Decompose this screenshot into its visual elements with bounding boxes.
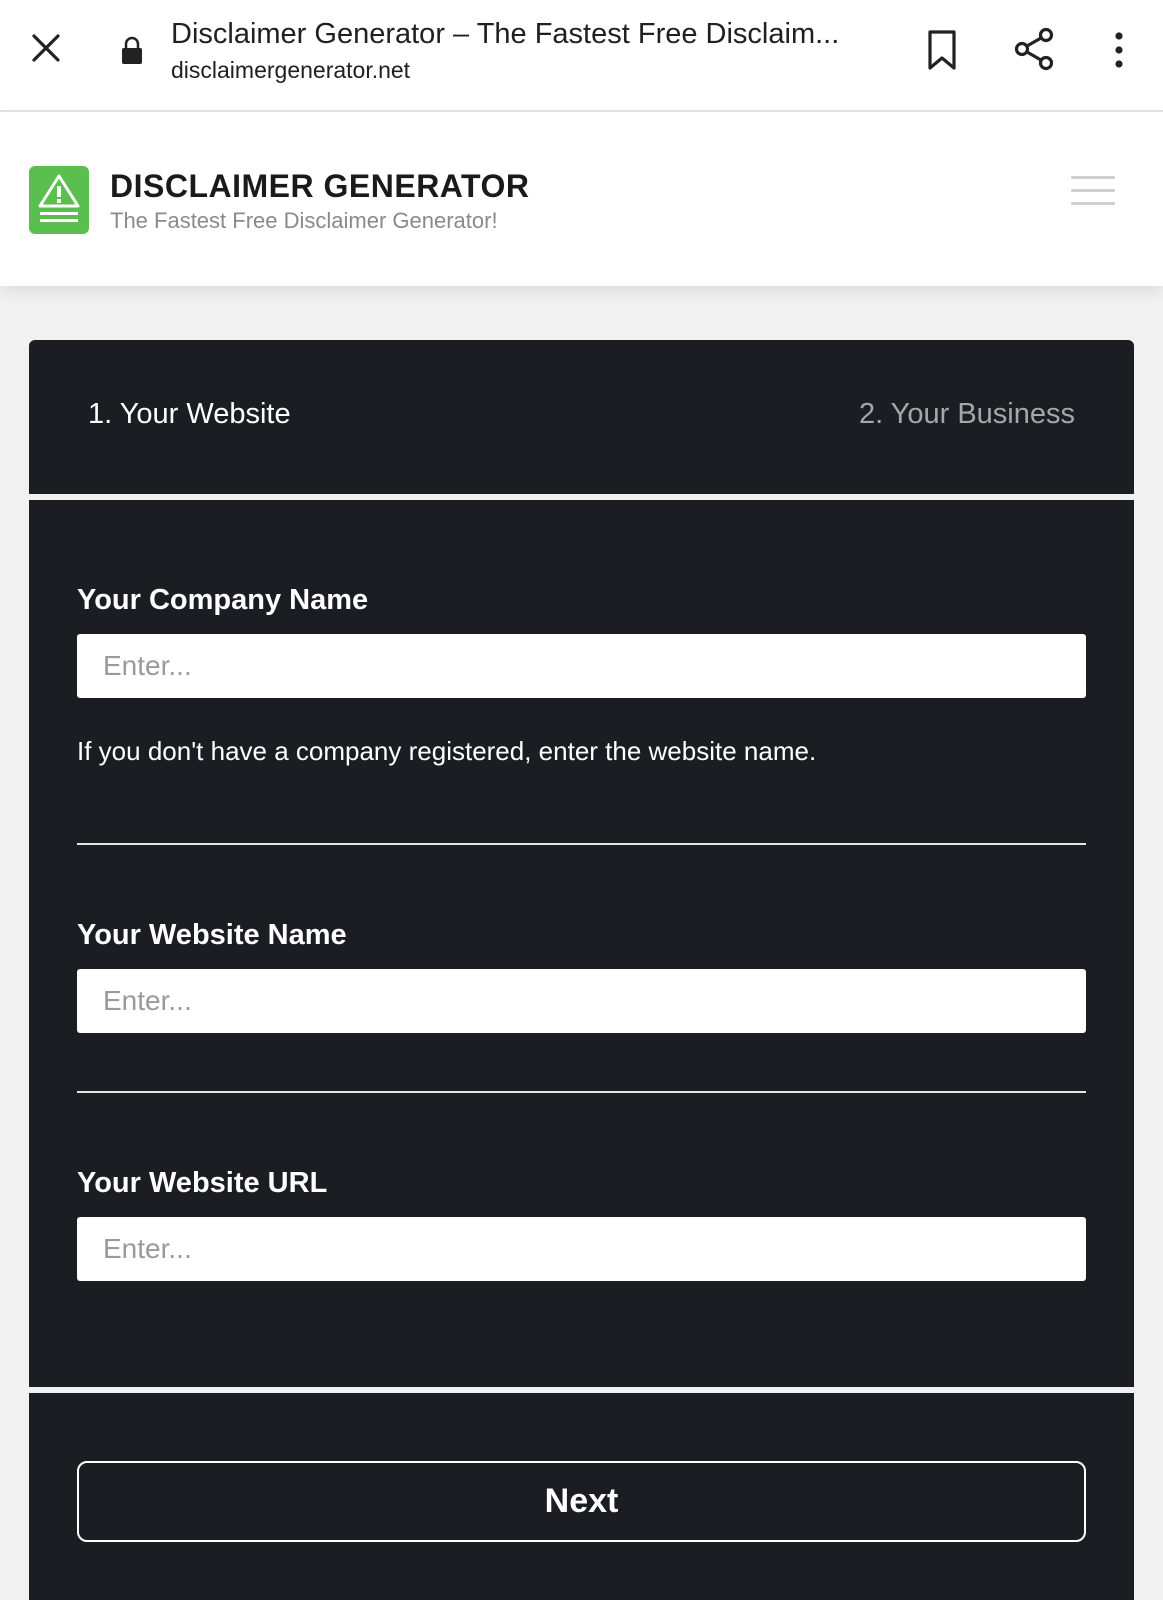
step-your-business[interactable]: 2. Your Business xyxy=(859,398,1075,431)
site-header: DISCLAIMER GENERATOR The Fastest Free Di… xyxy=(0,112,1163,286)
form-footer: Next xyxy=(29,1393,1134,1600)
website-url-input[interactable] xyxy=(77,1217,1086,1281)
next-button[interactable]: Next xyxy=(77,1461,1086,1542)
wizard-steps: 1. Your Website 2. Your Business xyxy=(29,340,1134,494)
page-title: Disclaimer Generator – The Fastest Free … xyxy=(171,18,840,50)
lock-icon xyxy=(120,36,144,66)
close-icon[interactable] xyxy=(26,28,66,68)
company-name-help: If you don't have a company registered, … xyxy=(77,736,817,766)
more-options-icon[interactable] xyxy=(1105,28,1133,72)
brand-tagline: The Fastest Free Disclaimer Generator! xyxy=(110,208,498,233)
website-name-input[interactable] xyxy=(77,969,1086,1033)
website-name-label: Your Website Name xyxy=(77,919,347,951)
brand-name[interactable]: DISCLAIMER GENERATOR xyxy=(110,168,530,205)
browser-toolbar: Disclaimer Generator – The Fastest Free … xyxy=(0,0,1163,112)
divider xyxy=(77,1091,1086,1093)
form-body: Your Company Name If you don't have a co… xyxy=(29,500,1134,1387)
bookmark-icon[interactable] xyxy=(922,28,962,72)
menu-icon[interactable] xyxy=(1071,176,1115,212)
warning-logo-icon[interactable] xyxy=(29,166,89,234)
page-url[interactable]: disclaimergenerator.net xyxy=(171,57,410,84)
company-name-input[interactable] xyxy=(77,634,1086,698)
divider xyxy=(77,843,1086,845)
share-icon[interactable] xyxy=(1012,26,1058,72)
company-name-label: Your Company Name xyxy=(77,584,369,616)
step-your-website[interactable]: 1. Your Website xyxy=(88,398,291,431)
website-url-label: Your Website URL xyxy=(77,1167,328,1199)
